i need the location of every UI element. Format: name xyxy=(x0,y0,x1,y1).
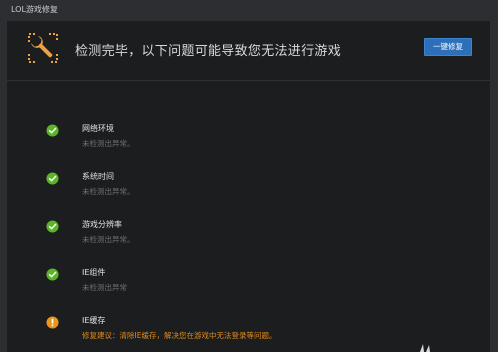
item-status-resolution: 未检测出异常。 xyxy=(82,235,135,244)
item-status-ie-cache: 修复建议：清除IE缓存，解决您在游戏中无法登录等问题。 xyxy=(82,331,277,340)
title-bar[interactable]: LOL游戏修复 xyxy=(0,0,498,21)
window-frame-left xyxy=(0,21,7,352)
check-icon xyxy=(46,220,59,233)
check-icon xyxy=(46,268,59,281)
item-status-ie-component: 未检测出异常 xyxy=(82,283,127,292)
warning-icon xyxy=(46,316,59,329)
window-frame-right xyxy=(490,21,498,352)
check-icon xyxy=(46,172,59,185)
cursor-artifact-icon xyxy=(420,344,430,352)
item-status-network: 未检测出异常。 xyxy=(82,139,135,148)
wrench-icon xyxy=(28,33,58,63)
check-icon xyxy=(46,124,59,137)
item-title-resolution: 游戏分辨率 xyxy=(82,220,122,229)
item-title-ie-component: IE组件 xyxy=(82,268,106,277)
item-status-system-time: 未检测出异常。 xyxy=(82,187,135,196)
one-click-fix-button[interactable]: 一键修复 xyxy=(424,38,472,56)
repair-window: LOL游戏修复 检测完毕，以下问题可能导致您无法进行游戏 一键修复 网络环境 未… xyxy=(0,0,498,352)
item-title-network: 网络环境 xyxy=(82,124,114,133)
scan-result-message: 检测完毕，以下问题可能导致您无法进行游戏 xyxy=(75,44,342,59)
item-title-ie-cache: IE缓存 xyxy=(82,316,106,325)
window-title: LOL游戏修复 xyxy=(11,5,58,14)
header-divider xyxy=(7,80,490,81)
item-title-system-time: 系统时间 xyxy=(82,172,114,181)
content-panel xyxy=(7,21,490,352)
